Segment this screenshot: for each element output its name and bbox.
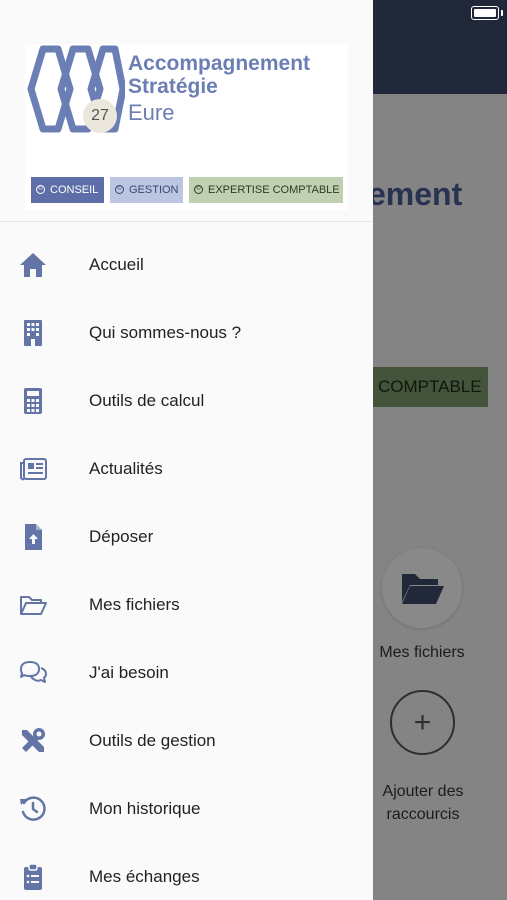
copyright-icon: © (194, 184, 203, 194)
battery-icon (471, 6, 499, 20)
tag-conseil: © CONSEIL (31, 177, 104, 203)
history-icon (20, 796, 46, 821)
menu-item-accueil[interactable]: Accueil (0, 232, 373, 292)
menu-item-outils-de-gestion[interactable]: Outils de gestion (0, 708, 373, 768)
menu-label: Accueil (89, 255, 144, 274)
home-icon (20, 253, 46, 277)
drawer-header: 27 Accompagnement Stratégie Eure © CONSEI… (0, 0, 373, 222)
battery-tip (501, 10, 503, 16)
copyright-icon: © (115, 184, 124, 194)
menu-label: Mes fichiers (89, 595, 180, 614)
logo-text-line3: Eure (128, 100, 175, 125)
file-upload-icon (25, 524, 42, 550)
menu-item-jai-besoin[interactable]: J'ai besoin (0, 640, 373, 700)
building-icon (24, 320, 42, 346)
logo-text-line2: Stratégie (128, 75, 218, 98)
copyright-icon: © (36, 184, 45, 194)
menu-item-outils-de-calcul[interactable]: Outils de calcul (0, 368, 373, 428)
menu-label: J'ai besoin (89, 663, 169, 682)
department-badge: 27 (83, 99, 117, 133)
newspaper-icon (20, 458, 47, 481)
tag-expertise-comptable: © EXPERTISE COMPTABLE (189, 177, 343, 203)
tag-gestion: © GESTION (110, 177, 183, 203)
menu-item-deposer[interactable]: Déposer (0, 504, 373, 564)
menu-label: Déposer (89, 527, 154, 546)
menu-label: Actualités (89, 459, 163, 478)
menu-label: Mes échanges (89, 867, 200, 886)
comments-icon (20, 661, 47, 683)
calculator-icon (24, 388, 42, 414)
menu-item-actualites[interactable]: Actualités (0, 436, 373, 496)
menu-label: Outils de gestion (89, 731, 216, 750)
tools-icon (22, 728, 45, 752)
menu-label: Qui sommes-nous ? (89, 323, 242, 342)
navigation-drawer: 27 Accompagnement Stratégie Eure © CONSEI… (0, 0, 373, 900)
menu-label: Mon historique (89, 799, 201, 818)
menu-item-mes-echanges[interactable]: Mes échanges (0, 844, 373, 900)
menu-item-mon-historique[interactable]: Mon historique (0, 776, 373, 836)
folder-open-icon (20, 596, 47, 615)
menu-label: Outils de calcul (89, 391, 205, 410)
clipboard-icon (24, 863, 42, 890)
menu-item-qui-sommes-nous[interactable]: Qui sommes-nous ? (0, 300, 373, 360)
menu-item-mes-fichiers[interactable]: Mes fichiers (0, 572, 373, 632)
logo-text-line1: Accompagnement (128, 52, 311, 75)
logo: 27 Accompagnement Stratégie Eure © CONSEI… (25, 44, 348, 210)
